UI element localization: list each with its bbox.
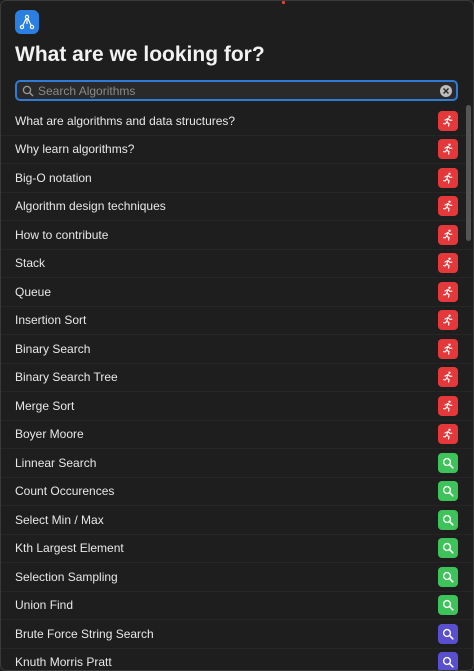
list-item[interactable]: Stack (1, 250, 473, 278)
list-item-label: Linnear Search (15, 455, 97, 470)
list-item[interactable]: Union Find (1, 592, 473, 620)
list-item[interactable]: Knuth Morris Pratt (1, 649, 473, 670)
magnifier-icon[interactable] (438, 566, 458, 587)
list-item-label: Why learn algorithms? (15, 142, 135, 157)
runner-icon[interactable] (438, 424, 458, 445)
list-item[interactable]: What are algorithms and data structures? (1, 107, 473, 136)
magnifier-icon[interactable] (438, 652, 458, 670)
algorithm-list: What are algorithms and data structures?… (1, 107, 473, 670)
list-item-label: Union Find (15, 598, 74, 613)
list-item-label: Queue (15, 284, 52, 299)
search-input[interactable] (36, 82, 440, 99)
list-item-label: What are algorithms and data structures? (15, 113, 236, 128)
list-item-label: How to contribute (15, 227, 109, 242)
list-item-label: Merge Sort (15, 398, 75, 413)
list-item[interactable]: Algorithm design techniques (1, 193, 473, 221)
runner-icon[interactable] (438, 338, 458, 359)
list-item[interactable]: Merge Sort (1, 392, 473, 421)
list-item[interactable]: Brute Force String Search (1, 620, 473, 649)
scrollbar[interactable] (466, 105, 471, 241)
list-item[interactable]: Binary Search (1, 335, 473, 364)
app-window: What are we looking for? What are algori… (0, 0, 474, 671)
runner-icon[interactable] (438, 395, 458, 416)
list-item[interactable]: Kth Largest Element (1, 535, 473, 563)
magnifier-icon[interactable] (438, 509, 458, 530)
list-item[interactable]: Big-O notation (1, 164, 473, 193)
runner-icon[interactable] (438, 167, 458, 188)
list-item[interactable]: Select Min / Max (1, 506, 473, 535)
magnifier-icon[interactable] (438, 481, 458, 502)
list-item[interactable]: How to contribute (1, 221, 473, 250)
list-item[interactable]: Insertion Sort (1, 307, 473, 335)
app-logo-icon (15, 10, 39, 34)
runner-icon[interactable] (438, 196, 458, 217)
list-item[interactable]: Why learn algorithms? (1, 136, 473, 164)
runner-icon[interactable] (438, 310, 458, 331)
list-item-label: Kth Largest Element (15, 541, 124, 556)
list-item[interactable]: Binary Search Tree (1, 364, 473, 392)
runner-icon[interactable] (438, 139, 458, 160)
list-item-label: Binary Search (15, 341, 91, 356)
list-item-label: Algorithm design techniques (15, 199, 166, 214)
magnifier-icon[interactable] (438, 623, 458, 644)
magnifier-icon[interactable] (438, 595, 458, 616)
runner-icon[interactable] (438, 110, 458, 131)
search-icon (20, 85, 36, 97)
magnifier-icon[interactable] (438, 452, 458, 473)
list-item-label: Stack (15, 256, 46, 271)
runner-icon[interactable] (438, 224, 458, 245)
runner-icon[interactable] (438, 367, 458, 388)
window-indicator (282, 1, 285, 4)
list-item-label: Knuth Morris Pratt (15, 655, 112, 670)
list-item-label: Binary Search Tree (15, 370, 118, 385)
list-item-label: Boyer Moore (15, 427, 84, 442)
list-item-label: Big-O notation (15, 170, 92, 185)
runner-icon[interactable] (438, 281, 458, 302)
search-field[interactable] (15, 80, 458, 101)
list-item-label: Brute Force String Search (15, 626, 154, 641)
list-item[interactable]: Count Occurences (1, 478, 473, 506)
list-item-label: Select Min / Max (15, 512, 104, 527)
runner-icon[interactable] (438, 253, 458, 274)
list-item[interactable]: Queue (1, 278, 473, 307)
page-title: What are we looking for? (15, 43, 265, 66)
list-item-label: Selection Sampling (15, 569, 118, 584)
magnifier-icon[interactable] (438, 538, 458, 559)
clear-search-icon[interactable] (440, 84, 452, 97)
list-item-label: Insertion Sort (15, 313, 87, 328)
list-item[interactable]: Linnear Search (1, 449, 473, 478)
list-item-label: Count Occurences (15, 484, 115, 499)
list-item[interactable]: Selection Sampling (1, 563, 473, 592)
list-item[interactable]: Boyer Moore (1, 421, 473, 449)
